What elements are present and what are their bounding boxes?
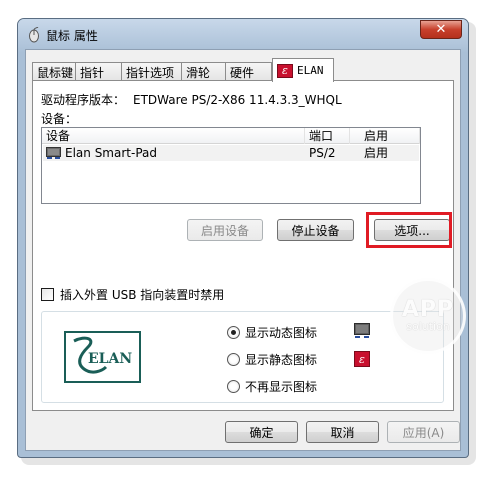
- device-port: PS/2: [309, 146, 336, 160]
- elan-tab-panel: 驱动程序版本： ETDWare PS/2-X86 11.4.3.3_WHQL 设备…: [32, 80, 454, 411]
- elan-logo-image: ELAN: [66, 333, 139, 381]
- dialog-body: 鼠标键 指针 指针选项 滑轮 硬件 ε ELAN 驱动程序版本： ETDWare …: [25, 49, 461, 451]
- radio-button[interactable]: [227, 380, 240, 393]
- device-list-header: 设备 端口 启用: [42, 128, 420, 144]
- tab-label: 指针选项: [126, 65, 175, 80]
- title-bar[interactable]: 鼠标 属性 ✕: [18, 19, 468, 49]
- elan-logo-text: ELAN: [88, 351, 132, 367]
- radio-label: 显示静态图标: [245, 353, 318, 367]
- tab-label: 硬件: [230, 65, 255, 80]
- checkbox-label: 插入外置 USB 指向装置时禁用: [60, 288, 225, 302]
- app-solution-watermark: APP solution: [390, 278, 466, 354]
- close-button[interactable]: ✕: [420, 20, 462, 39]
- driver-label: 驱动程序版本：: [41, 93, 126, 107]
- elan-logo: ELAN: [64, 331, 141, 383]
- mouse-icon: [29, 27, 39, 43]
- enable-device-button[interactable]: 启用设备: [187, 219, 263, 241]
- device-list[interactable]: 设备 端口 启用 Elan Smart-Pad PS/2 启用: [41, 127, 421, 204]
- tab-hardware[interactable]: 硬件: [225, 62, 272, 81]
- cancel-button[interactable]: 取消: [306, 421, 379, 443]
- close-icon: ✕: [435, 22, 447, 37]
- tab-label: 鼠标键: [37, 65, 74, 80]
- device-enabled: 启用: [364, 146, 389, 160]
- tab-label: ELAN: [297, 64, 324, 77]
- radio-label: 不再显示图标: [245, 380, 318, 394]
- watermark-big: APP: [401, 297, 455, 322]
- radio-button[interactable]: [227, 353, 240, 366]
- disable-on-usb-checkbox[interactable]: 插入外置 USB 指向装置时禁用: [41, 286, 224, 303]
- radio-dynamic-icon[interactable]: 显示动态图标: [227, 324, 317, 341]
- checkbox-box[interactable]: [41, 288, 54, 301]
- tray-icon-group: ELAN 显示动态图标 显示静态图标 不再显示图标 ε: [41, 311, 444, 403]
- window-title: 鼠标 属性: [46, 29, 98, 43]
- table-row[interactable]: Elan Smart-Pad PS/2 启用: [43, 145, 419, 161]
- tab-elan[interactable]: ε ELAN: [272, 58, 334, 82]
- column-header-enabled[interactable]: 启用: [350, 128, 420, 144]
- radio-label: 显示动态图标: [245, 326, 318, 340]
- tab-pointers[interactable]: 指针: [75, 62, 122, 81]
- devices-label: 设备：: [41, 112, 78, 126]
- column-header-device[interactable]: 设备: [42, 128, 305, 144]
- watermark-small: solution: [406, 320, 450, 333]
- radio-button[interactable]: [227, 326, 240, 339]
- device-name: Elan Smart-Pad: [65, 146, 157, 160]
- tab-buttons[interactable]: 鼠标键: [32, 62, 76, 81]
- column-header-port[interactable]: 端口: [305, 128, 350, 144]
- elan-icon: ε: [354, 351, 370, 367]
- tab-pointer-options[interactable]: 指针选项: [121, 62, 182, 81]
- tab-label: 指针: [80, 65, 105, 80]
- touchpad-icon: [46, 147, 61, 159]
- mouse-properties-window: 鼠标 属性 ✕ 鼠标键 指针 指针选项 滑轮 硬件 ε ELAN 驱动程序版本：…: [17, 18, 469, 458]
- driver-version-line: 驱动程序版本： ETDWare PS/2-X86 11.4.3.3_WHQL: [41, 91, 342, 108]
- radio-no-icon[interactable]: 不再显示图标: [227, 378, 317, 395]
- driver-version: ETDWare PS/2-X86 11.4.3.3_WHQL: [133, 93, 342, 107]
- monitor-icon: [354, 323, 370, 338]
- ok-button[interactable]: 确定: [225, 421, 298, 443]
- elan-icon: ε: [277, 63, 293, 78]
- tab-label: 滑轮: [186, 65, 211, 80]
- apply-button[interactable]: 应用(A): [387, 421, 460, 443]
- tab-wheel[interactable]: 滑轮: [181, 62, 226, 81]
- stop-device-button[interactable]: 停止设备: [277, 219, 354, 241]
- radio-static-icon[interactable]: 显示静态图标: [227, 351, 317, 368]
- highlight-box: [366, 212, 452, 248]
